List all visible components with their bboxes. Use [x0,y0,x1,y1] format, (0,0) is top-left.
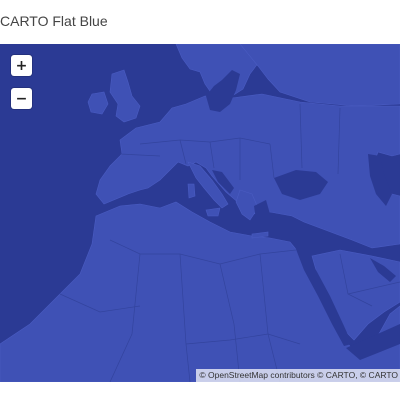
sardinia [187,183,196,199]
page-title: CARTO Flat Blue [0,13,108,29]
map-attribution: © OpenStreetMap contributors © CARTO, © … [196,369,400,382]
zoom-out-button[interactable]: − [11,88,32,109]
map-tiles [0,44,400,382]
map-canvas[interactable]: + − © OpenStreetMap contributors © CARTO… [0,44,400,382]
zoom-in-button[interactable]: + [11,55,32,76]
